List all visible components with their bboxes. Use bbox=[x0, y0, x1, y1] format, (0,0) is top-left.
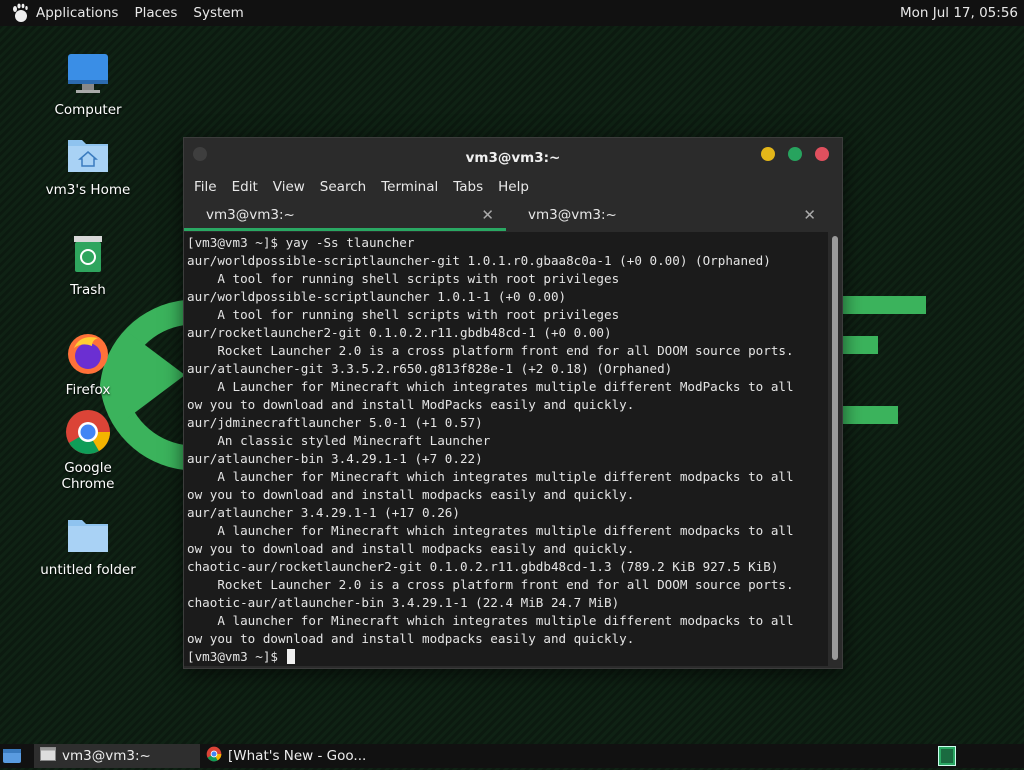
terminal-line: [vm3@vm3 ~]$ yay -Ss tlauncher bbox=[187, 235, 415, 250]
terminal-line: An classic styled Minecraft Launcher bbox=[187, 433, 491, 448]
terminal-line: aur/jdminecraftlauncher 5.0-1 (+1 0.57) bbox=[187, 415, 483, 430]
window-title: vm3@vm3:~ bbox=[465, 150, 561, 166]
tab-close-icon[interactable]: ✕ bbox=[803, 206, 816, 224]
taskbar-item-terminal[interactable]: vm3@vm3:~ bbox=[34, 744, 200, 768]
tab-2[interactable]: vm3@vm3:~ ✕ bbox=[506, 199, 828, 231]
minimize-button[interactable] bbox=[761, 147, 775, 161]
desktop-icon-firefox[interactable]: Firefox bbox=[38, 330, 138, 398]
menu-applications[interactable]: Applications bbox=[36, 5, 118, 21]
taskbar-item-chrome[interactable]: [What's New - Goo... bbox=[200, 744, 370, 768]
desktop-icon-home[interactable]: vm3's Home bbox=[38, 130, 138, 198]
terminal-line: Rocket Launcher 2.0 is a cross platform … bbox=[187, 577, 794, 592]
title-bar[interactable]: vm3@vm3:~ bbox=[184, 138, 842, 175]
cursor bbox=[286, 649, 295, 664]
maximize-button[interactable] bbox=[788, 147, 802, 161]
desktop-icon-label: untitled folder bbox=[40, 562, 136, 578]
terminal-line: A launcher for Minecraft which integrate… bbox=[187, 523, 794, 538]
chrome-icon bbox=[206, 746, 222, 766]
close-button[interactable] bbox=[815, 147, 829, 161]
clock[interactable]: Mon Jul 17, 05:56 bbox=[900, 5, 1018, 21]
show-desktop-icon[interactable] bbox=[2, 747, 22, 769]
wallpaper-logo-right bbox=[838, 296, 926, 424]
terminal-line: ow you to download and install modpacks … bbox=[187, 487, 635, 502]
terminal-prompt-line[interactable]: [vm3@vm3 ~]$ bbox=[187, 648, 828, 666]
terminal-line: aur/worldpossible-scriptlauncher-git 1.0… bbox=[187, 253, 771, 268]
desktop-icon-label: Google Chrome bbox=[61, 460, 115, 492]
tab-close-icon[interactable]: ✕ bbox=[481, 206, 494, 224]
prompt: [vm3@vm3 ~]$ bbox=[187, 649, 286, 664]
menu-search[interactable]: Search bbox=[320, 179, 366, 195]
scrollbar[interactable] bbox=[829, 232, 842, 666]
terminal-line: chaotic-aur/atlauncher-bin 3.4.29.1-1 (2… bbox=[187, 595, 620, 610]
terminal-line: aur/atlauncher-git 3.3.5.2.r650.g813f828… bbox=[187, 361, 673, 376]
desktop-icon-computer[interactable]: Computer bbox=[38, 50, 138, 118]
terminal-window-icon bbox=[40, 747, 56, 765]
gnome-foot-icon[interactable] bbox=[10, 3, 30, 23]
home-folder-icon bbox=[68, 140, 108, 172]
terminal-window: vm3@vm3:~ File Edit View Search Terminal… bbox=[183, 137, 843, 669]
tab-1[interactable]: vm3@vm3:~ ✕ bbox=[184, 199, 506, 231]
top-panel: Applications Places System Mon Jul 17, 0… bbox=[0, 0, 1024, 26]
menu-system[interactable]: System bbox=[193, 5, 243, 21]
desktop-icon-trash[interactable]: Trash bbox=[38, 230, 138, 298]
terminal-line: ow you to download and install modpacks … bbox=[187, 631, 635, 646]
menu-edit[interactable]: Edit bbox=[232, 179, 258, 195]
taskbar-item-label: vm3@vm3:~ bbox=[62, 748, 151, 764]
terminal-line: A tool for running shell scripts with ro… bbox=[187, 271, 620, 286]
menu-tabs[interactable]: Tabs bbox=[453, 179, 483, 195]
desktop-icon-untitled-folder[interactable]: untitled folder bbox=[38, 510, 138, 578]
menu-bar: File Edit View Search Terminal Tabs Help bbox=[184, 175, 842, 199]
menu-file[interactable]: File bbox=[194, 179, 217, 195]
workspace-switcher[interactable] bbox=[938, 746, 956, 770]
terminal-line: ow you to download and install ModPacks … bbox=[187, 397, 635, 412]
terminal-line: A launcher for Minecraft which integrate… bbox=[187, 469, 794, 484]
terminal-line: aur/rocketlauncher2-git 0.1.0.2.r11.gbdb… bbox=[187, 325, 612, 340]
terminal-line: Rocket Launcher 2.0 is a cross platform … bbox=[187, 343, 794, 358]
terminal-line: aur/atlauncher-bin 3.4.29.1-1 (+7 0.22) bbox=[187, 451, 483, 466]
firefox-icon bbox=[68, 334, 108, 374]
tab-bar: vm3@vm3:~ ✕ vm3@vm3:~ ✕ bbox=[184, 199, 842, 231]
taskbar-item-label: [What's New - Goo... bbox=[228, 748, 367, 764]
terminal-line: A tool for running shell scripts with ro… bbox=[187, 307, 620, 322]
menu-help[interactable]: Help bbox=[498, 179, 529, 195]
bottom-panel: vm3@vm3:~ [What's New - Goo... bbox=[0, 744, 1024, 768]
menu-view[interactable]: View bbox=[273, 179, 305, 195]
scrollbar-thumb[interactable] bbox=[832, 236, 838, 660]
desktop-icon-label: Firefox bbox=[65, 382, 111, 398]
computer-icon bbox=[68, 54, 108, 93]
desktop-icon-chrome[interactable]: Google Chrome bbox=[38, 408, 138, 492]
tab-label: vm3@vm3:~ bbox=[206, 207, 295, 223]
terminal-line: chaotic-aur/rocketlauncher2-git 0.1.0.2.… bbox=[187, 559, 779, 574]
terminal-line: aur/atlauncher 3.4.29.1-1 (+17 0.26) bbox=[187, 505, 460, 520]
trash-icon bbox=[74, 236, 102, 272]
terminal-line: A launcher for Minecraft which integrate… bbox=[187, 613, 794, 628]
folder-icon bbox=[68, 520, 108, 552]
desktop-icon-label: vm3's Home bbox=[45, 182, 131, 198]
chrome-icon bbox=[66, 410, 110, 454]
menu-places[interactable]: Places bbox=[134, 5, 177, 21]
terminal-output[interactable]: [vm3@vm3 ~]$ yay -Ss tlauncher aur/worldp… bbox=[184, 232, 828, 666]
desktop-icon-label: Trash bbox=[70, 282, 106, 298]
terminal-line: A Launcher for Minecraft which integrate… bbox=[187, 379, 794, 394]
desktop-icon-label: Computer bbox=[54, 102, 122, 118]
terminal-line: aur/worldpossible-scriptlauncher 1.0.1-1… bbox=[187, 289, 567, 304]
menu-terminal[interactable]: Terminal bbox=[381, 179, 438, 195]
terminal-line: ow you to download and install modpacks … bbox=[187, 541, 635, 556]
tab-label: vm3@vm3:~ bbox=[528, 207, 617, 223]
